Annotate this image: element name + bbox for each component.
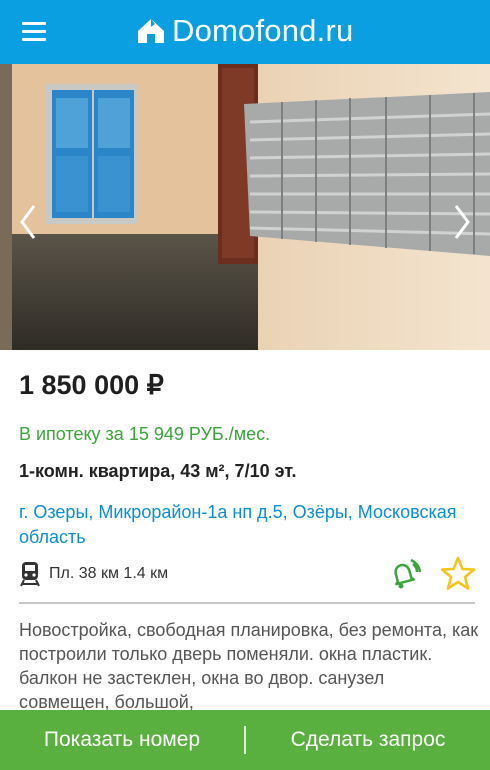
transport-info: Пл. 38 км 1.4 км [19, 561, 168, 587]
hallway-photo-image [0, 64, 490, 350]
address-link[interactable]: г. Озеры, Микрорайон-1а нп д.5, Озёры, М… [19, 500, 459, 550]
bell-alert-icon[interactable] [386, 556, 422, 592]
transport-text: Пл. 38 км 1.4 км [49, 565, 169, 582]
divider [19, 602, 475, 604]
chevron-left-icon[interactable] [14, 202, 44, 242]
logo-text: Domofond.ru [172, 13, 354, 48]
listing-photo[interactable] [0, 64, 490, 350]
action-bar: Показать номер Сделать запрос [0, 710, 490, 770]
train-icon [20, 562, 40, 587]
chevron-right-icon[interactable] [446, 202, 476, 242]
mortgage-link[interactable]: В ипотеку за 15 949 РУБ./мес. [19, 424, 270, 445]
app-header: Domofond.ru [0, 0, 490, 64]
apartment-details: 1-комн. квартира, 43 м², 7/10 эт. [19, 461, 297, 481]
domofond-logo[interactable]: Domofond.ru [136, 6, 353, 56]
listing-price: 1 850 000 ₽ [19, 370, 164, 400]
house-logo-icon [138, 19, 164, 43]
show-number-button[interactable]: Показать номер [0, 728, 244, 752]
hamburger-menu-icon[interactable] [22, 19, 48, 45]
star-icon[interactable] [439, 555, 477, 593]
make-request-button[interactable]: Сделать запрос [246, 728, 490, 752]
listing-description: Новостройка, свободная планировка, без р… [19, 620, 479, 712]
